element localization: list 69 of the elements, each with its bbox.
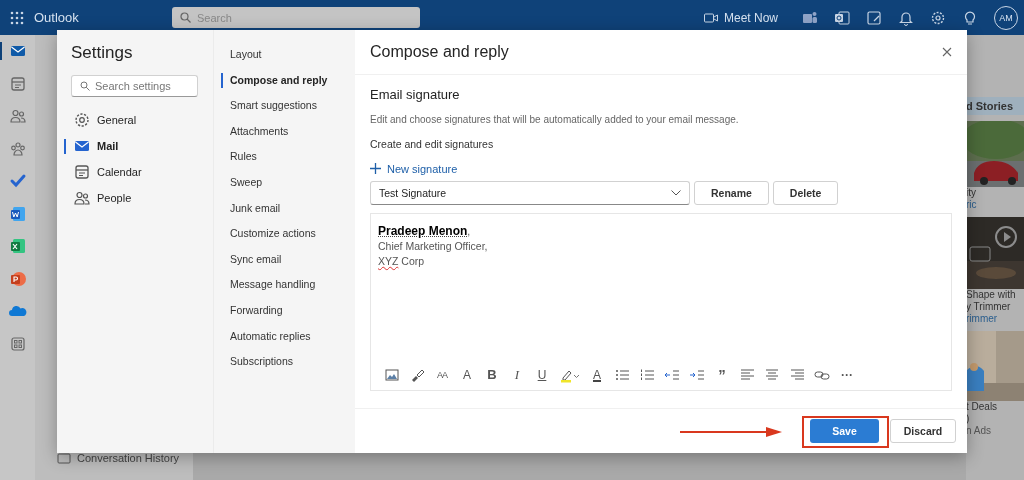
folder-item[interactable]: Conversation History: [77, 452, 180, 464]
font-grow-button[interactable]: A: [459, 365, 475, 384]
align-left-icon[interactable]: [739, 366, 755, 383]
settings-nav-item[interactable]: Attachments: [214, 123, 355, 150]
app-title: Outlook: [34, 10, 80, 25]
section-heading: Email signature: [370, 87, 461, 102]
category-item[interactable]: General: [71, 107, 199, 133]
search-icon: [180, 12, 191, 23]
italic-button[interactable]: I: [509, 365, 525, 384]
close-icon[interactable]: [942, 47, 952, 57]
settings-nav-item[interactable]: Sweep: [214, 174, 355, 201]
settings-icon[interactable]: [930, 9, 946, 26]
font-color-button[interactable]: A: [589, 365, 605, 384]
search-field[interactable]: Search settings: [71, 75, 198, 97]
bold-button[interactable]: B: [484, 365, 500, 384]
ad-title: Shape with: [966, 289, 1017, 301]
ads-heading: d Stories: [966, 97, 1024, 115]
description-text: Edit and choose signatures that will be automatically added to your email message.: [370, 114, 740, 125]
ad-source: ric: [966, 199, 978, 211]
ad-title: ity: [966, 187, 977, 199]
signature-dropdown[interactable]: Test Signature: [370, 180, 690, 205]
chevron-down-icon: [671, 189, 681, 196]
settings-nav-item[interactable]: Forwarding: [214, 302, 355, 329]
teams-icon[interactable]: [802, 9, 818, 26]
note-icon[interactable]: [866, 9, 882, 26]
people-icon: [73, 189, 91, 207]
rename-button[interactable]: Rename: [694, 180, 769, 205]
settings-nav-item[interactable]: Customize actions: [214, 226, 355, 252]
settings-nav-item[interactable]: Compose and reply: [214, 72, 355, 99]
align-center-icon[interactable]: [764, 366, 780, 383]
signature-editor[interactable]: Pradeep Menon, Chief Marketing Officer, XYZ Corp AA A B I U A ” ···: [370, 212, 952, 391]
category-item[interactable]: Calendar: [71, 159, 199, 185]
more-button[interactable]: ···: [839, 365, 855, 384]
save-button[interactable]: Save: [810, 419, 879, 443]
ad-source: rimmer: [966, 313, 999, 325]
bell-icon[interactable]: [898, 9, 914, 26]
settings-nav-item[interactable]: Smart suggestions: [214, 98, 355, 124]
delete-button[interactable]: Delete: [772, 180, 839, 205]
calendar-icon: [73, 163, 91, 181]
plus-icon: [370, 163, 381, 174]
meet-now-button[interactable]: Meet Now: [703, 10, 778, 25]
discard-button[interactable]: Discard: [890, 419, 956, 443]
settings-nav-item[interactable]: Layout: [214, 47, 355, 73]
settings-nav-item[interactable]: Sync email: [214, 251, 355, 278]
envelope-icon[interactable]: [0, 42, 27, 60]
dialog-title: Settings: [71, 43, 134, 63]
settings-nav-item[interactable]: Junk email: [214, 200, 355, 227]
new-signature-link[interactable]: New signature: [370, 162, 458, 175]
align-right-icon[interactable]: [789, 366, 805, 383]
lightbulb-icon[interactable]: [962, 9, 978, 26]
settings-nav-item[interactable]: Automatic replies: [214, 328, 355, 355]
quote-button[interactable]: ”: [714, 365, 730, 384]
subheading: Create and edit signatures: [370, 138, 495, 150]
underline-button[interactable]: U: [534, 365, 550, 384]
search-icon: [80, 81, 90, 91]
signature-text[interactable]: Pradeep Menon, Chief Marketing Officer, XYZ Corp: [378, 223, 944, 366]
panel-title: Compose and reply: [370, 43, 510, 61]
settings-nav-item[interactable]: Subscriptions: [214, 354, 355, 380]
app-launcher-icon[interactable]: [10, 10, 24, 25]
outlook-app-icon[interactable]: [834, 9, 850, 26]
font-size-button[interactable]: AA: [434, 365, 450, 384]
ad-source: n Ads: [966, 425, 993, 437]
gear-icon: [73, 111, 91, 129]
folder-icon: [57, 452, 71, 464]
settings-nav-item[interactable]: Message handling: [214, 277, 355, 303]
image-icon[interactable]: [384, 366, 400, 383]
category-item[interactable]: People: [71, 185, 199, 211]
settings-nav-item[interactable]: Rules: [214, 149, 355, 175]
video-camera-icon: [703, 12, 718, 23]
